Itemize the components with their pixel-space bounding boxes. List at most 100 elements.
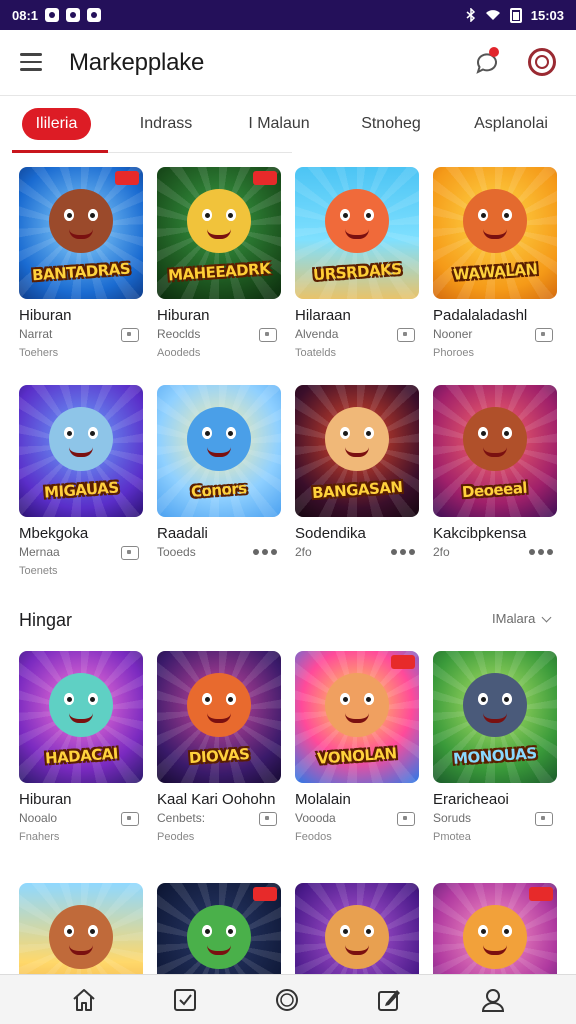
more-dot bbox=[547, 549, 553, 555]
game-subtitle: Narrat bbox=[19, 327, 143, 345]
game-thumbnail[interactable]: MAHEEADRK bbox=[157, 167, 281, 299]
game-subtitle: 2fo bbox=[295, 545, 419, 563]
game-meta bbox=[433, 565, 557, 581]
game-subtitle: Mernaa bbox=[19, 545, 143, 563]
mascot-character bbox=[463, 189, 527, 253]
game-subtitle-text: Narrat bbox=[19, 327, 53, 341]
mascot-character bbox=[49, 189, 113, 253]
game-subtitle-text: Mernaa bbox=[19, 545, 60, 559]
corner-badge bbox=[253, 171, 277, 185]
install-icon[interactable] bbox=[121, 328, 139, 342]
game-card[interactable]: MONOUAS Eraricheaoi Soruds Pmotea bbox=[433, 651, 557, 847]
more-dot bbox=[253, 549, 259, 555]
wifi-icon bbox=[485, 10, 500, 20]
game-title: Mbekgoka bbox=[19, 525, 89, 542]
install-icon[interactable] bbox=[259, 812, 277, 826]
install-icon[interactable] bbox=[397, 812, 415, 826]
game-subtitle-text: Voooda bbox=[295, 811, 336, 825]
tab-i-malaun[interactable]: I Malaun bbox=[248, 108, 310, 140]
status-right: 15:03 bbox=[466, 7, 564, 23]
game-subtitle: Cenbets: bbox=[157, 811, 281, 829]
game-thumbnail[interactable]: BANGASAN bbox=[295, 385, 419, 517]
circle-icon[interactable] bbox=[274, 987, 300, 1013]
mascot-character bbox=[463, 905, 527, 969]
game-card[interactable]: BANGASAN Sodendika 2fo bbox=[295, 385, 419, 581]
game-title: Kaal Kari Oohohn bbox=[157, 791, 276, 808]
game-subtitle: Reoclds bbox=[157, 327, 281, 345]
more-options-icon[interactable] bbox=[253, 549, 279, 557]
game-card[interactable]: Deoeeal Kakcibpkensa 2fo bbox=[433, 385, 557, 581]
game-thumbnail[interactable]: DIOVAS bbox=[157, 651, 281, 783]
install-icon[interactable] bbox=[535, 812, 553, 826]
section-title: Hingar bbox=[19, 610, 73, 630]
game-thumbnail[interactable]: WAWALAN bbox=[433, 167, 557, 299]
game-thumbnail[interactable]: VONOLAN bbox=[295, 651, 419, 783]
install-icon[interactable] bbox=[535, 328, 553, 342]
install-icon[interactable] bbox=[121, 546, 139, 560]
mascot-character bbox=[325, 189, 389, 253]
game-thumbnail[interactable]: Deoeeal bbox=[433, 385, 557, 517]
bluetooth-icon bbox=[466, 8, 475, 22]
edit-icon[interactable] bbox=[376, 987, 402, 1013]
game-meta: Aoodeds bbox=[157, 347, 201, 359]
tab-ilileria[interactable]: Ilileria bbox=[22, 108, 91, 140]
install-icon[interactable] bbox=[121, 812, 139, 826]
mascot-character bbox=[325, 407, 389, 471]
tab-stnoheg[interactable]: Stnoheg bbox=[358, 108, 424, 140]
game-subtitle-text: Reoclds bbox=[157, 327, 201, 341]
more-options-icon[interactable] bbox=[391, 549, 417, 557]
tab-asplanolai[interactable]: Asplanolai bbox=[468, 108, 554, 140]
install-icon[interactable] bbox=[259, 328, 277, 342]
game-subtitle: Nooalo bbox=[19, 811, 143, 829]
game-thumbnail[interactable]: HADACAI bbox=[19, 651, 143, 783]
category-tabs: Ilileria Indrass I Malaun Stnoheg Asplan… bbox=[0, 98, 576, 154]
chrome-icon bbox=[66, 8, 81, 22]
more-dot bbox=[400, 549, 406, 555]
avatar[interactable] bbox=[528, 48, 556, 76]
mascot-eyes bbox=[67, 697, 95, 703]
game-title: Kakcibpkensa bbox=[433, 525, 527, 542]
corner-badge bbox=[115, 171, 139, 185]
game-card[interactable]: HADACAI Hiburan Nooalo Fnahers bbox=[19, 651, 143, 847]
mascot-eyes bbox=[343, 431, 371, 437]
game-thumbnail[interactable]: MONOUAS bbox=[433, 651, 557, 783]
game-card[interactable]: Conors Raadali Tooeds bbox=[157, 385, 281, 581]
game-card[interactable]: VONOLAN Molalain Voooda Feodos bbox=[295, 651, 419, 847]
menu-icon[interactable] bbox=[20, 53, 42, 71]
game-thumbnail[interactable]: URSRDAKS bbox=[295, 167, 419, 299]
mascot-character bbox=[325, 673, 389, 737]
game-meta: Toehers bbox=[19, 347, 59, 359]
game-card[interactable]: BANTADRAS Hiburan Narrat Toehers bbox=[19, 167, 143, 363]
more-options-icon[interactable] bbox=[529, 549, 555, 557]
game-card[interactable]: MAHEEADRK Hiburan Reoclds Aoodeds bbox=[157, 167, 281, 363]
app-notification-icon bbox=[87, 8, 102, 22]
game-card[interactable]: DIOVAS Kaal Kari Oohohn Cenbets: Peodes bbox=[157, 651, 281, 847]
game-subtitle: Voooda bbox=[295, 811, 419, 829]
game-thumbnail[interactable]: Conors bbox=[157, 385, 281, 517]
mascot-eyes bbox=[205, 213, 233, 219]
game-card[interactable]: WAWALAN Padalaladashl Nooner Phoroes bbox=[433, 167, 557, 363]
tab-indrass[interactable]: Indrass bbox=[134, 108, 198, 140]
mascot-eyes bbox=[67, 431, 95, 437]
more-dot bbox=[529, 549, 535, 555]
home-icon[interactable] bbox=[71, 987, 97, 1013]
game-thumbnail[interactable]: BANTADRAS bbox=[19, 167, 143, 299]
mascot-eyes bbox=[481, 929, 509, 935]
more-dot bbox=[262, 549, 268, 555]
game-subtitle-text: Nooner bbox=[433, 327, 473, 341]
game-subtitle: 2fo bbox=[433, 545, 557, 563]
status-clock: 15:03 bbox=[530, 7, 564, 23]
mascot-character bbox=[49, 905, 113, 969]
profile-icon[interactable] bbox=[480, 987, 506, 1013]
game-card[interactable]: MIGAUAS Mbekgoka Mernaa Toenets bbox=[19, 385, 143, 581]
game-subtitle: Soruds bbox=[433, 811, 557, 829]
mascot-character bbox=[187, 673, 251, 737]
game-card[interactable]: URSRDAKS Hilaraan Alvenda Toatelds bbox=[295, 167, 419, 363]
game-subtitle-text: Nooalo bbox=[19, 811, 58, 825]
checkbox-icon[interactable] bbox=[172, 987, 198, 1013]
game-thumbnail[interactable]: MIGAUAS bbox=[19, 385, 143, 517]
section-see-all[interactable]: IMalara bbox=[492, 611, 552, 626]
game-title: Eraricheaoi bbox=[433, 791, 509, 808]
install-icon[interactable] bbox=[397, 328, 415, 342]
game-subtitle-text: Cenbets: bbox=[157, 811, 206, 825]
